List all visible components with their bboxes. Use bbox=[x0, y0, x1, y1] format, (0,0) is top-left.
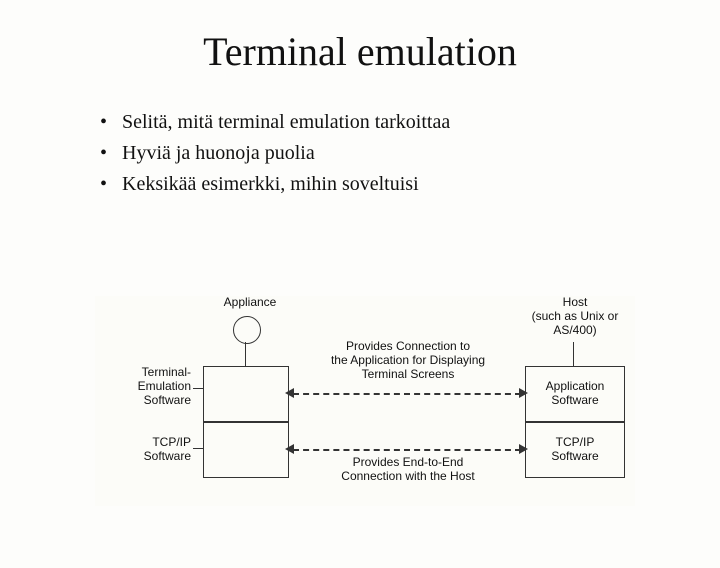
right-bottom-box: TCP/IP Software bbox=[525, 422, 625, 478]
left-bottom-box bbox=[203, 422, 289, 478]
tick bbox=[193, 448, 203, 449]
arrow-top-head-right bbox=[519, 388, 528, 398]
host-connector bbox=[573, 342, 574, 366]
page-title: Terminal emulation bbox=[0, 28, 720, 75]
arrow-top bbox=[293, 393, 521, 395]
right-top-box: Application Software bbox=[525, 366, 625, 422]
tick bbox=[193, 388, 203, 389]
bullet-list: Selitä, mitä terminal emulation tarkoitt… bbox=[60, 107, 720, 200]
left-top-box bbox=[203, 366, 289, 422]
appliance-connector bbox=[245, 342, 246, 366]
list-item: Hyviä ja huonoja puolia bbox=[100, 138, 720, 169]
arrow-top-head-left bbox=[285, 388, 294, 398]
host-label: Host (such as Unix or AS/400) bbox=[515, 296, 635, 337]
list-item: Keksikää esimerkki, mihin soveltuisi bbox=[100, 169, 720, 200]
arrow-bottom-head-left bbox=[285, 444, 294, 454]
left-bottom-label: TCP/IPSoftware bbox=[95, 436, 191, 464]
appliance-label: Appliance bbox=[215, 296, 285, 310]
left-top-label: Terminal-EmulationSoftware bbox=[95, 366, 191, 407]
arrow-bottom bbox=[293, 449, 521, 451]
arrow-bottom-label: Provides End-to-End Connection with the … bbox=[313, 456, 503, 484]
arrow-top-label: Provides Connection to the Application f… bbox=[303, 340, 513, 381]
appliance-icon bbox=[233, 316, 261, 344]
arrow-bottom-head-right bbox=[519, 444, 528, 454]
diagram: Appliance Terminal-EmulationSoftware TCP… bbox=[95, 296, 635, 506]
list-item: Selitä, mitä terminal emulation tarkoitt… bbox=[100, 107, 720, 138]
